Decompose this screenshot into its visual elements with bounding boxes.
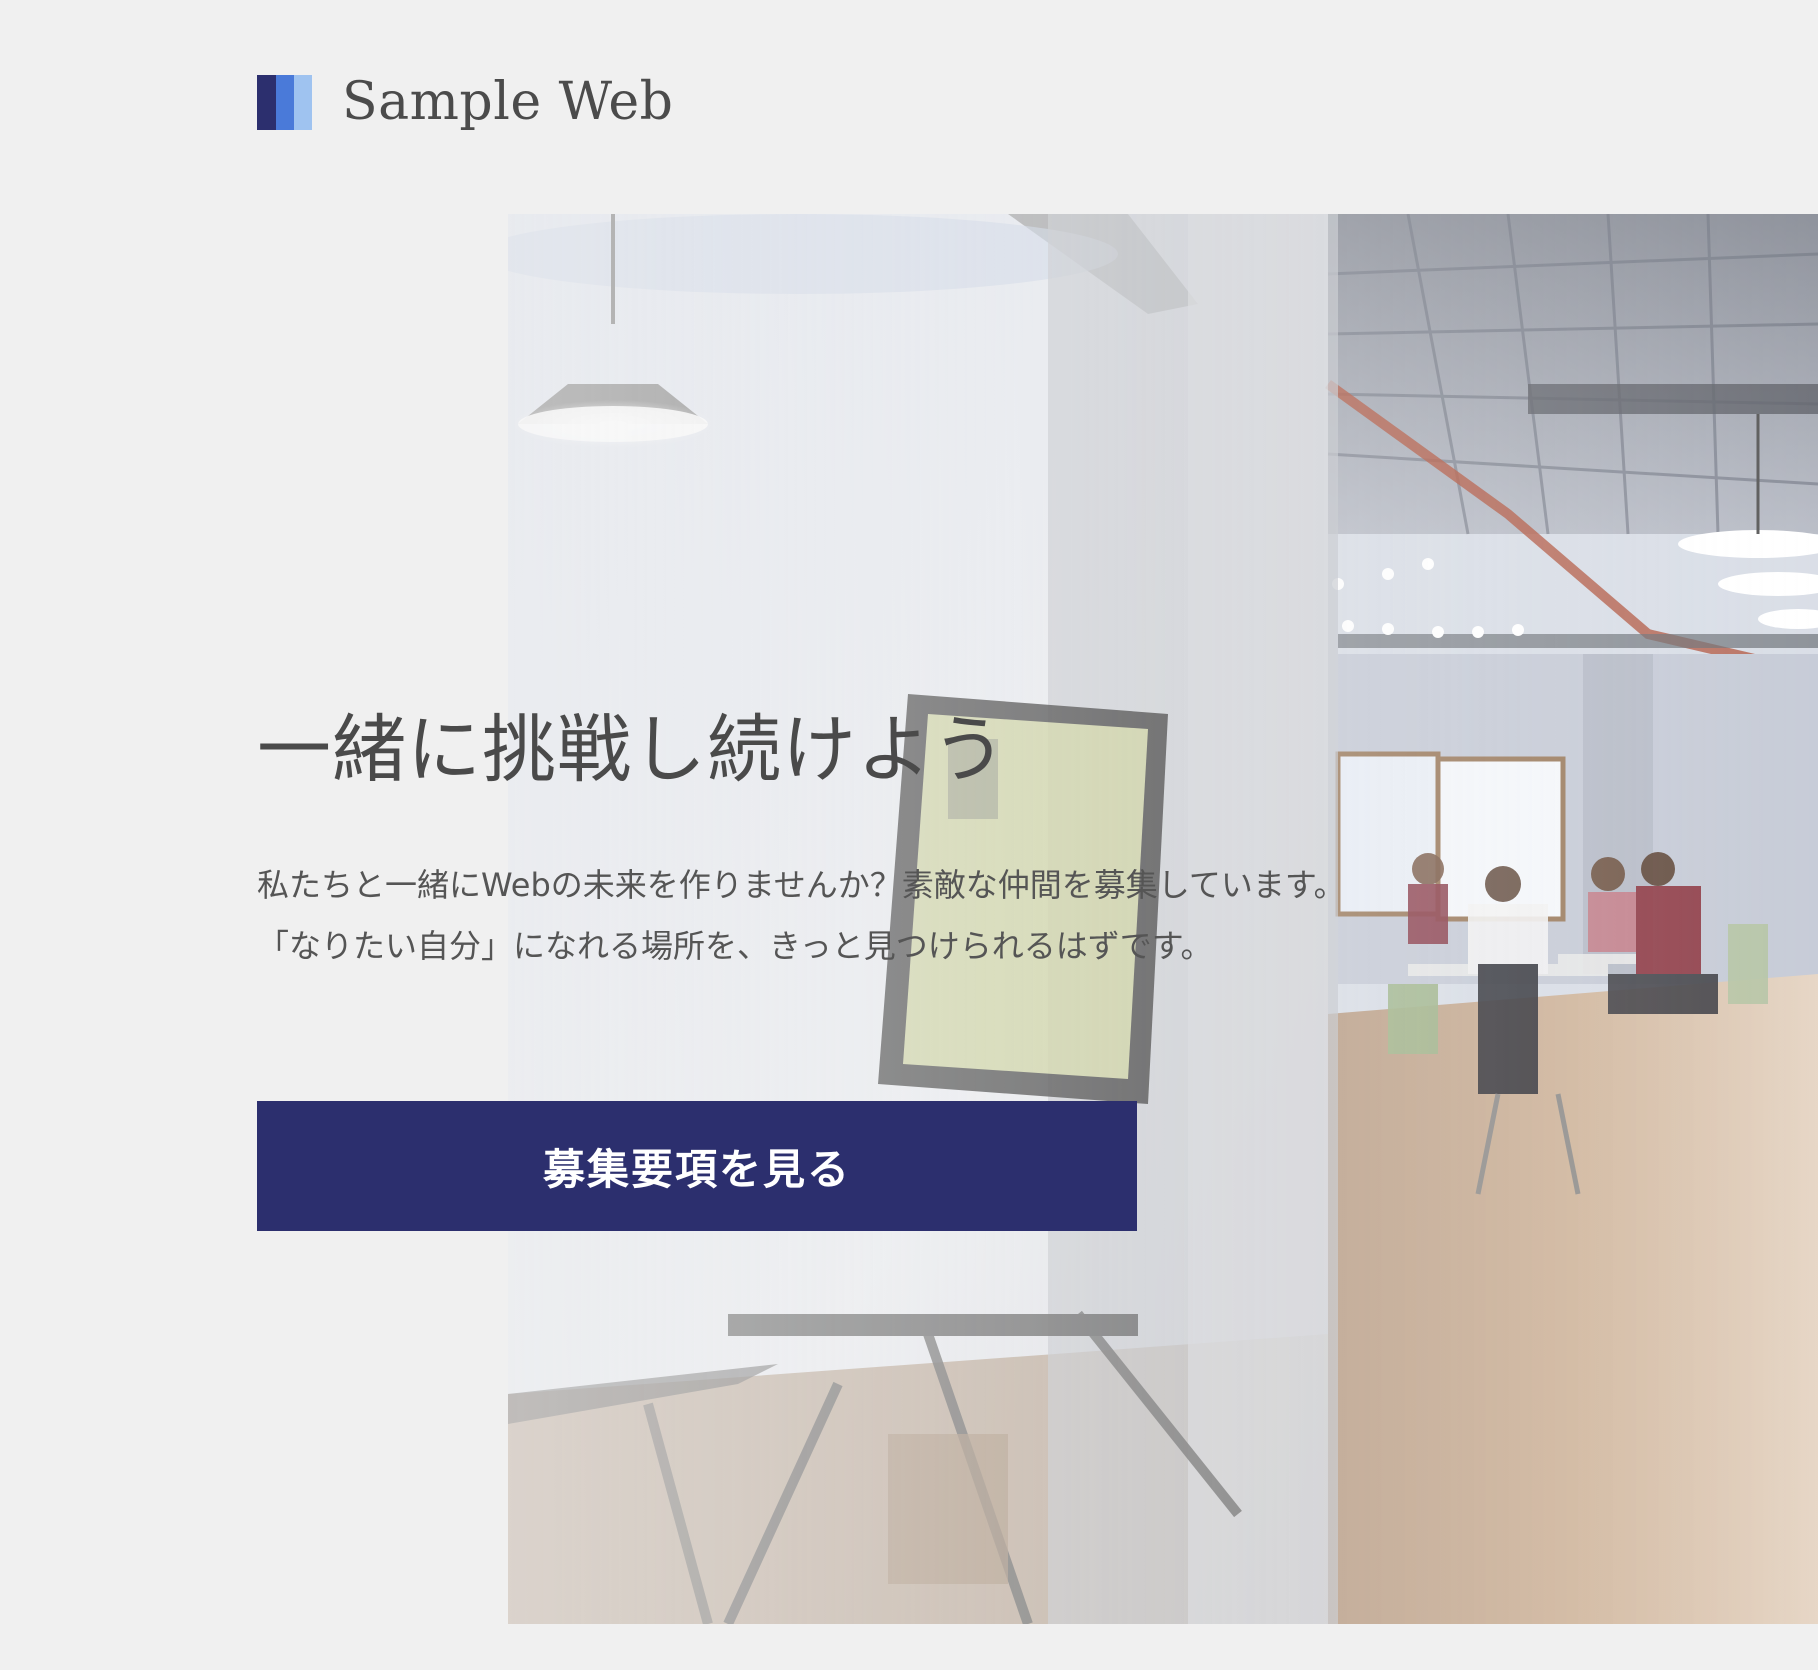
logo-icon[interactable] <box>257 74 312 130</box>
hero-title: 一緒に挑戦し続けよう <box>257 707 1007 793</box>
page: Sample Web 一緒に挑戦し続けよう 私たちと一緒にWebの未来を作りませ… <box>0 0 1818 1670</box>
site-name[interactable]: Sample Web <box>342 72 673 132</box>
logo-bar-dark <box>257 74 276 130</box>
site-header: Sample Web <box>257 62 673 142</box>
logo-bar-mid <box>276 74 294 130</box>
logo-bar-light <box>294 74 312 130</box>
hero-description: 私たちと一緒にWebの未来を作りませんか？素敵な仲間を募集しています。 「なりた… <box>257 866 1346 965</box>
view-job-details-button[interactable]: 募集要項を見る <box>257 1101 1137 1231</box>
